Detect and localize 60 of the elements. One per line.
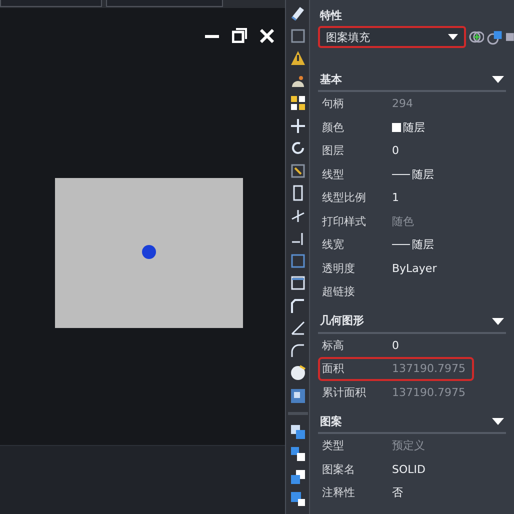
overlap-icon[interactable] xyxy=(288,445,306,463)
diagonal-icon[interactable] xyxy=(288,319,306,337)
property-label: 图案名 xyxy=(322,462,356,477)
line-sample xyxy=(392,174,410,175)
blocks-icon[interactable] xyxy=(288,386,306,404)
property-label: 面积 xyxy=(322,361,345,376)
property-value[interactable]: 0 xyxy=(392,144,399,158)
collapse-caret-icon[interactable] xyxy=(492,415,504,427)
collapse-caret-icon[interactable] xyxy=(492,73,504,85)
property-label: 打印样式 xyxy=(322,214,367,229)
chamfer-icon[interactable] xyxy=(288,296,306,314)
panel-title: 特性 xyxy=(318,8,343,24)
property-value[interactable]: 否 xyxy=(392,485,403,500)
property-label: 线宽 xyxy=(322,237,345,252)
close-icon[interactable] xyxy=(260,28,274,42)
section-header[interactable]: 图案 xyxy=(318,410,506,434)
scale-icon[interactable] xyxy=(288,162,306,180)
break-icon[interactable] xyxy=(288,252,306,270)
section-header[interactable]: 基本 xyxy=(318,68,506,92)
property-label: 注释性 xyxy=(322,485,356,500)
property-value[interactable]: 1 xyxy=(392,191,399,204)
section-title: 图案 xyxy=(320,414,342,428)
caret-icon[interactable] xyxy=(448,34,458,40)
select-objects-icon[interactable] xyxy=(468,29,484,45)
overlap-icon[interactable] xyxy=(288,490,306,508)
section-title: 几何图形 xyxy=(320,313,364,328)
move-icon[interactable] xyxy=(288,116,306,134)
square-icon[interactable] xyxy=(288,26,306,44)
grid-icon[interactable] xyxy=(288,94,306,112)
triangle-icon[interactable] xyxy=(288,49,306,67)
eraser-icon[interactable] xyxy=(288,4,306,22)
section-title: 基本 xyxy=(320,72,342,86)
property-value[interactable]: SOLID xyxy=(392,462,426,476)
property-label: 类型 xyxy=(322,438,345,454)
property-label: 标高 xyxy=(322,338,345,353)
overlap-icon[interactable] xyxy=(288,468,306,486)
property-label: 句柄 xyxy=(322,96,345,112)
property-label: 线型比例 xyxy=(322,190,367,206)
property-value[interactable]: 随层 xyxy=(403,120,425,135)
sphere-icon[interactable] xyxy=(288,364,306,382)
property-label: 颜色 xyxy=(322,120,345,135)
property-label: 图层 xyxy=(322,143,345,158)
property-label: 线型 xyxy=(322,166,345,182)
property-value[interactable]: ByLayer xyxy=(392,262,437,275)
property-label: 透明度 xyxy=(322,260,356,276)
grip-point[interactable] xyxy=(142,245,156,259)
property-value[interactable]: 随层 xyxy=(412,237,434,252)
section-header[interactable]: 几何图形 xyxy=(318,310,506,334)
color-swatch xyxy=(392,122,401,132)
fillet-icon[interactable] xyxy=(288,342,306,360)
overlap-icon[interactable] xyxy=(288,422,306,440)
property-label: 累计面积 xyxy=(322,384,367,400)
property-value[interactable]: 0 xyxy=(392,338,399,352)
line-sample xyxy=(392,244,410,246)
restore-icon[interactable] xyxy=(232,28,247,43)
property-label: 超链接 xyxy=(322,284,356,300)
property-value[interactable]: 随层 xyxy=(412,166,434,182)
quick-select-icon[interactable] xyxy=(487,29,504,45)
object-type-dropdown[interactable]: 图案填充 xyxy=(318,26,466,48)
join-icon[interactable] xyxy=(288,274,306,292)
